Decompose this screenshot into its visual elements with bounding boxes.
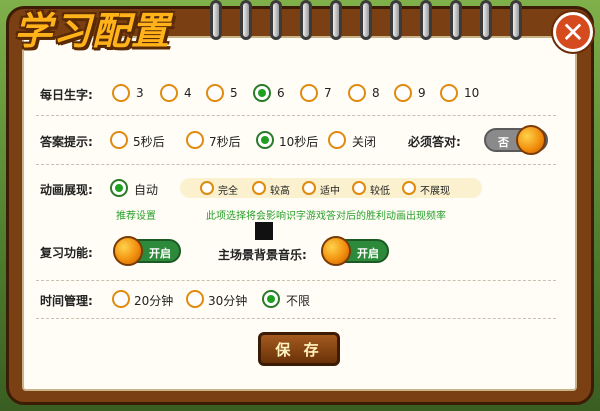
animation-auto-option: 自动 [134,183,159,197]
animation-level-none: 不展现 [420,186,450,197]
daily-words-label: 每日生字: [40,88,93,102]
daily-words-option-4: 4 [184,86,192,100]
divider [36,115,556,116]
toggle-knob [321,236,351,266]
must-answer-label: 必须答对: [408,135,461,149]
divider [36,164,556,165]
daily-words-radio-9[interactable] [394,84,412,102]
ring [300,0,312,40]
black-square [255,222,273,240]
divider [36,280,556,281]
ring [270,0,282,40]
animation-level-radio-full[interactable] [200,181,214,195]
must-answer-state: 否 [498,136,509,149]
answer-hint-radio-10s[interactable] [256,131,274,149]
answer-hint-option-7s: 7秒后 [209,135,241,149]
answer-hint-radio-5s[interactable] [110,131,128,149]
animation-level-radio-high[interactable] [252,181,266,195]
toggle-knob [516,125,546,155]
music-toggle[interactable]: 开启 [321,236,389,266]
animation-level-radio-none[interactable] [402,181,416,195]
animation-level-low: 较低 [370,186,390,197]
time-radio-30[interactable] [186,290,204,308]
time-option-20: 20分钟 [134,294,174,308]
toggle-knob [113,236,143,266]
music-label: 主场景背景音乐: [218,248,307,262]
ring [450,0,462,40]
animation-level-radio-low[interactable] [352,181,366,195]
answer-hint-option-5s: 5秒后 [133,135,165,149]
animation-note: 此项选择将会影响识字游戏答对后的胜利动画出现频率 [206,211,446,222]
ring [390,0,402,40]
animation-level-full: 完全 [218,186,238,197]
answer-hint-option-off: 关闭 [352,135,377,149]
daily-words-option-7: 7 [324,86,332,100]
ring [210,0,222,40]
answer-hint-radio-7s[interactable] [186,131,204,149]
daily-words-radio-8[interactable] [348,84,366,102]
page-title: 学习配置 [14,9,171,53]
time-option-unlimited: 不限 [286,294,311,308]
review-toggle[interactable]: 开启 [113,236,181,266]
review-state: 开启 [149,247,171,260]
daily-words-option-9: 9 [418,86,426,100]
daily-words-option-5: 5 [230,86,238,100]
daily-words-radio-5[interactable] [206,84,224,102]
must-answer-toggle[interactable]: 否 [484,125,548,155]
music-state: 开启 [357,247,379,260]
notebook-rings [210,0,580,46]
answer-hint-label: 答案提示: [40,135,93,149]
animation-level-panel: 完全 较高 适中 较低 不展现 [180,178,482,198]
animation-level-high: 较高 [270,186,290,197]
ring [360,0,372,40]
daily-words-option-10: 10 [464,86,480,100]
answer-hint-option-10s: 10秒后 [279,135,319,149]
ring [240,0,252,40]
divider [36,318,556,319]
time-label: 时间管理: [40,294,93,308]
time-radio-20[interactable] [112,290,130,308]
animation-level-mid: 适中 [320,186,340,197]
answer-hint-radio-off[interactable] [328,131,346,149]
daily-words-radio-10[interactable] [440,84,458,102]
time-option-30: 30分钟 [208,294,248,308]
animation-label: 动画展现: [40,183,93,197]
daily-words-radio-3[interactable] [112,84,130,102]
animation-auto-radio[interactable] [110,179,128,197]
time-radio-unlimited[interactable] [262,290,280,308]
recommend-hint: 推荐设置 [116,211,156,222]
save-button[interactable]: 保 存 [258,332,340,366]
daily-words-radio-6[interactable] [253,84,271,102]
ring [510,0,522,40]
close-button[interactable]: ✕ [553,12,593,52]
daily-words-radio-4[interactable] [160,84,178,102]
daily-words-option-8: 8 [372,86,380,100]
daily-words-option-6: 6 [277,86,285,100]
ring [480,0,492,40]
daily-words-option-3: 3 [136,86,144,100]
animation-level-radio-mid[interactable] [302,181,316,195]
daily-words-radio-7[interactable] [300,84,318,102]
ring [330,0,342,40]
review-label: 复习功能: [40,246,93,260]
ring [420,0,432,40]
